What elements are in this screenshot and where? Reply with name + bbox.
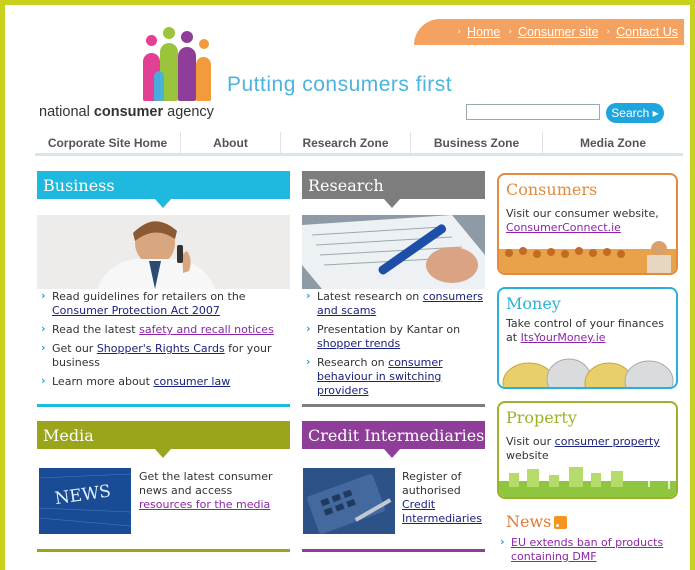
list-item: Research on consumer behaviour in switch… bbox=[306, 355, 486, 398]
money-title: Money bbox=[506, 294, 561, 313]
credit-divider bbox=[302, 549, 485, 552]
property-text-pre: Visit our bbox=[506, 435, 555, 448]
media-divider bbox=[37, 549, 290, 552]
credit-text: Register of authorised bbox=[402, 470, 462, 497]
media-text-block: Get the latest consumer news and access … bbox=[139, 470, 289, 512]
research-links: Latest research on consumers and scams P… bbox=[306, 289, 486, 403]
research-header: Research bbox=[302, 171, 485, 208]
credit-photo bbox=[303, 468, 395, 534]
research-divider bbox=[302, 404, 485, 407]
link-consumer-property[interactable]: consumer property bbox=[555, 435, 660, 448]
brand-name-prefix: national bbox=[39, 104, 94, 120]
link-media-resources[interactable]: resources for the media bbox=[139, 498, 270, 511]
property-title: Property bbox=[506, 408, 577, 427]
list-item: Read guidelines for retailers on the Con… bbox=[41, 289, 291, 318]
money-coins-image bbox=[502, 358, 674, 387]
news-list: EU extends ban of products containing DM… bbox=[500, 535, 680, 569]
media-title: Media bbox=[43, 425, 94, 445]
nav-about[interactable]: About bbox=[181, 132, 281, 154]
research-title: Research bbox=[308, 175, 384, 195]
brand-name-bold: consumer bbox=[93, 104, 164, 120]
consumers-box[interactable]: Consumers Visit our consumer website, Co… bbox=[497, 173, 678, 275]
credit-text-block: Register of authorised Credit Intermedia… bbox=[402, 470, 486, 526]
media-text: Get the latest consumer news and access bbox=[139, 470, 273, 497]
page-frame: › Home › Consumer site › Contact Us Putt… bbox=[0, 0, 695, 570]
link-consumerconnect[interactable]: ConsumerConnect.ie bbox=[506, 221, 621, 234]
property-box[interactable]: Property Visit our consumer property web… bbox=[497, 401, 678, 499]
nav-media-zone[interactable]: Media Zone bbox=[543, 132, 683, 154]
business-item-2-text: Read the latest bbox=[52, 323, 140, 336]
list-item: Presentation by Kantar on shopper trends bbox=[306, 322, 486, 351]
link-news-dmf[interactable]: EU extends ban of products containing DM… bbox=[511, 536, 663, 563]
business-links: Read guidelines for retailers on the Con… bbox=[41, 289, 291, 394]
list-item: Get our Shopper's Rights Cards for your … bbox=[41, 341, 291, 370]
link-itsyourmoney[interactable]: ItsYourMoney.ie bbox=[521, 331, 606, 344]
business-header: Business bbox=[37, 171, 290, 208]
list-item: Learn more about consumer law bbox=[41, 374, 291, 389]
list-item: Read the latest safety and recall notice… bbox=[41, 322, 291, 337]
business-item-1-text: Read guidelines for retailers on the bbox=[52, 290, 246, 303]
nav-corporate-home[interactable]: Corporate Site Home bbox=[35, 132, 181, 154]
link-consumer-protection-act[interactable]: Consumer Protection Act 2007 bbox=[52, 304, 220, 317]
media-news-image: NEWS bbox=[39, 468, 131, 534]
link-credit-intermediaries[interactable]: Credit Intermediaries bbox=[402, 498, 482, 525]
rss-icon[interactable] bbox=[554, 516, 568, 529]
nav-research-zone[interactable]: Research Zone bbox=[281, 132, 411, 154]
research-photo bbox=[302, 215, 485, 289]
main-nav: Corporate Site Home About Research Zone … bbox=[35, 132, 683, 156]
research-item-1-text: Latest research on bbox=[317, 290, 423, 303]
list-item: Latest research on consumers and scams bbox=[306, 289, 486, 318]
search-input[interactable] bbox=[466, 104, 600, 120]
link-shopper-trends[interactable]: shopper trends bbox=[317, 337, 400, 350]
top-link-consumer-site[interactable]: Consumer site bbox=[518, 25, 599, 39]
link-safety-recall[interactable]: safety and recall notices bbox=[139, 323, 274, 336]
property-body: Visit our consumer property website bbox=[506, 435, 676, 463]
property-text-post: website bbox=[506, 449, 549, 462]
top-link-contact-us[interactable]: Contact Us bbox=[616, 25, 678, 39]
money-box[interactable]: Money Take control of your finances at I… bbox=[497, 287, 678, 389]
business-item-4-text: Learn more about bbox=[52, 375, 154, 388]
business-photo bbox=[37, 215, 290, 289]
property-skyline-image bbox=[499, 467, 676, 497]
top-link-home[interactable]: Home bbox=[467, 25, 500, 39]
business-item-3-text: Get our bbox=[52, 342, 97, 355]
business-title: Business bbox=[43, 175, 115, 195]
business-divider bbox=[37, 404, 290, 407]
research-item-2-text: Presentation by Kantar on bbox=[317, 323, 461, 336]
link-shoppers-rights[interactable]: Shopper's Rights Cards bbox=[97, 342, 225, 355]
research-item-3-text: Research on bbox=[317, 356, 389, 369]
consumers-text: Visit our consumer website, bbox=[506, 207, 659, 220]
brand-name[interactable]: national consumer agency bbox=[39, 104, 214, 120]
media-header: Media bbox=[37, 421, 290, 458]
brand-name-suffix: agency bbox=[163, 104, 214, 120]
list-item: EU extends ban of products containing DM… bbox=[500, 535, 680, 564]
credit-title: Credit Intermediaries bbox=[308, 425, 485, 445]
consumers-title: Consumers bbox=[506, 180, 598, 199]
search-button[interactable]: Search ▸ bbox=[606, 103, 664, 123]
credit-header: Credit Intermediaries bbox=[302, 421, 485, 458]
consumers-crowd-image bbox=[499, 241, 676, 273]
consumers-body: Visit our consumer website, ConsumerConn… bbox=[506, 207, 676, 235]
top-links-bar: › Home › Consumer site › Contact Us bbox=[414, 19, 684, 45]
link-consumer-law[interactable]: consumer law bbox=[153, 375, 230, 388]
money-body: Take control of your finances at ItsYour… bbox=[506, 317, 676, 345]
news-header: News bbox=[506, 512, 568, 531]
logo-people-icon[interactable] bbox=[140, 27, 220, 101]
news-title: News bbox=[506, 512, 552, 531]
tagline: Putting consumers first bbox=[227, 73, 453, 96]
nav-business-zone[interactable]: Business Zone bbox=[411, 132, 543, 154]
